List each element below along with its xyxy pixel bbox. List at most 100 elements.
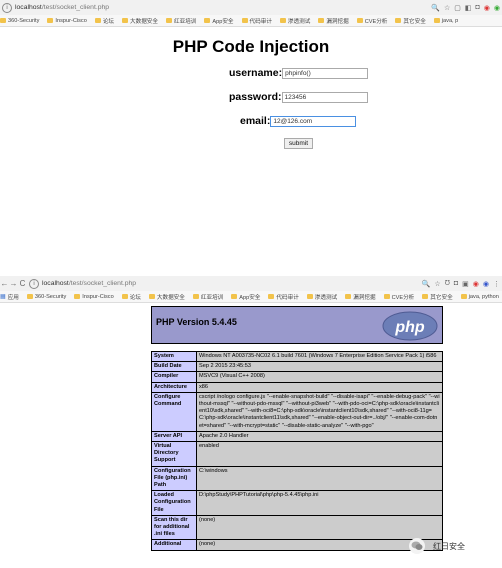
bottom-address-bar: ← → C i localhost/test/socket_client.php…	[0, 276, 502, 291]
top-url-field[interactable]: localhost/test/socket_client.php	[15, 4, 429, 11]
php-version-title: PHP Version 5.4.45	[156, 317, 237, 327]
bookmark-item[interactable]: 论坛	[94, 17, 115, 25]
apps-button[interactable]: ▦ 应用	[0, 293, 19, 301]
bookmark-item[interactable]: 论坛	[121, 293, 141, 301]
username-row: username:	[229, 67, 369, 79]
folder-icon	[433, 18, 440, 23]
bookmark-item[interactable]: App安全	[231, 293, 260, 301]
forward-icon[interactable]: →	[9, 279, 18, 288]
bookmark-label: 论坛	[102, 18, 115, 25]
bookmark-label: 红亚培训	[174, 18, 197, 25]
username-label: username:	[229, 67, 283, 79]
bookmark-item[interactable]: App安全	[204, 17, 234, 25]
bookmark-item[interactable]: 漏洞挖掘	[318, 17, 349, 25]
row-key: Additional	[151, 539, 197, 551]
zoom-icon[interactable]: 🔍	[422, 280, 431, 288]
password-input[interactable]	[281, 91, 368, 103]
row-key: Configure Command	[151, 391, 197, 432]
url-path: /test/socket_client.php	[68, 280, 137, 287]
star-icon[interactable]: ☆	[444, 4, 450, 12]
bookmark-item[interactable]: 漏洞挖掘	[345, 293, 376, 301]
bookmark-item[interactable]: 其它安全	[395, 17, 426, 25]
bookmark-item[interactable]: java, p	[433, 17, 459, 24]
extension-icon[interactable]: ◧	[465, 4, 472, 12]
extension-icon[interactable]: ◘	[454, 280, 458, 287]
row-value: Windows NT A003735-NC02 6.1 build 7601 (…	[196, 350, 443, 363]
info-icon[interactable]: i	[29, 278, 39, 289]
bookmark-label: java, p	[441, 17, 459, 24]
folder-icon	[204, 18, 211, 23]
row-key: Scan this dir for additional .ini files	[151, 514, 197, 541]
bookmark-item[interactable]: 360-Security	[26, 294, 66, 300]
bookmark-item[interactable]: 360-Security	[0, 18, 39, 24]
phpinfo-table: System Windows NT A003735-NC02 6.1 build …	[151, 350, 443, 551]
bookmark-label: 其它安全	[403, 18, 426, 25]
table-row: Additional (none)	[151, 539, 443, 551]
bottom-url-field[interactable]: localhost/test/socket_client.php	[42, 280, 420, 287]
bookmark-label: 360-Security	[8, 17, 40, 24]
bookmark-item[interactable]: 渗透测试	[279, 17, 310, 25]
bookmark-item[interactable]: 红亚培训	[166, 17, 196, 25]
reload-icon[interactable]: C	[18, 279, 27, 288]
bookmark-item[interactable]: 大数据安全	[148, 293, 185, 301]
extension-icon[interactable]: ◉	[473, 280, 479, 288]
row-key: System	[151, 350, 197, 363]
username-input[interactable]	[282, 67, 369, 79]
php-logo-text: php	[394, 319, 425, 336]
table-row: Compiler MSVC9 (Visual C++ 2008)	[151, 371, 443, 383]
bookmark-item[interactable]: 代码审计	[241, 17, 272, 25]
table-row: Configuration File (php.ini) Path C:\wind…	[151, 465, 443, 492]
row-key: Compiler	[151, 371, 197, 383]
row-value: (none)	[196, 539, 443, 551]
url-host: localhost	[15, 4, 42, 11]
bookmark-label: 大数据安全	[156, 294, 185, 301]
bookmark-item[interactable]: java, python	[460, 294, 499, 300]
folder-icon	[422, 294, 429, 299]
extension-icon[interactable]: Ʊ	[445, 280, 450, 287]
bookmark-item[interactable]: 红亚培训	[192, 293, 224, 301]
row-value: Apache 2.0 Handler	[196, 430, 443, 443]
info-icon[interactable]: i	[2, 2, 12, 13]
bookmark-item[interactable]: 渗透测试	[306, 293, 337, 301]
submit-button[interactable]: submit	[284, 138, 313, 149]
row-value: enabled	[196, 441, 443, 467]
table-row: Architecture x86	[151, 381, 443, 393]
extension-icon[interactable]: ▢	[454, 4, 461, 12]
watermark: 红日安全	[409, 538, 465, 554]
bookmark-item[interactable]: Inspur-Cisco	[47, 18, 87, 24]
row-key: Build Date	[151, 361, 197, 373]
wechat-icon	[409, 538, 425, 554]
back-icon[interactable]: ←	[0, 279, 9, 288]
extension-icon[interactable]: ▣	[462, 280, 469, 288]
top-bookmarks-bar: 360-Security Inspur-Cisco 论坛 大数据安全 红亚培训 App安全…	[0, 15, 502, 27]
folder-icon	[268, 294, 275, 299]
row-value: (none)	[196, 514, 443, 541]
extension-icon[interactable]: ◘	[476, 4, 480, 11]
star-icon[interactable]: ☆	[434, 280, 440, 288]
php-version-header: PHP Version 5.4.45 php	[151, 306, 443, 344]
top-address-bar: i localhost/test/socket_client.php 🔍 ☆ ▢…	[0, 0, 502, 15]
folder-icon	[47, 18, 54, 23]
table-row: Build Date Sep 2 2015 23:45:53	[151, 361, 443, 373]
extension-icon[interactable]: ◉	[483, 280, 489, 288]
menu-icon[interactable]: ⋮	[493, 280, 500, 288]
email-input[interactable]	[270, 115, 357, 127]
extension-icon[interactable]: ◉	[484, 4, 490, 12]
row-value: Sep 2 2015 23:45:53	[196, 361, 443, 373]
bookmark-label: 代码审计	[276, 294, 299, 301]
bookmark-item[interactable]: 代码审计	[268, 293, 299, 301]
zoom-icon[interactable]: 🔍	[431, 4, 440, 12]
folder-icon	[94, 18, 101, 23]
folder-icon	[345, 294, 352, 299]
bookmark-item[interactable]: CVE分析	[383, 293, 414, 301]
url-path: /test/socket_client.php	[41, 4, 110, 11]
folder-icon	[241, 18, 248, 23]
bookmark-item[interactable]: CVE分析	[356, 17, 387, 25]
table-row: Server API Apache 2.0 Handler	[151, 430, 443, 443]
bookmark-item[interactable]: Inspur-Cisco	[74, 294, 114, 300]
bookmark-label: 红亚培训	[200, 294, 224, 301]
bookmark-item[interactable]: 大数据安全	[122, 17, 158, 25]
extension-icon[interactable]: ◉	[494, 4, 500, 12]
bookmark-item[interactable]: 其它安全	[422, 293, 453, 301]
watermark-text: 红日安全	[433, 541, 465, 551]
